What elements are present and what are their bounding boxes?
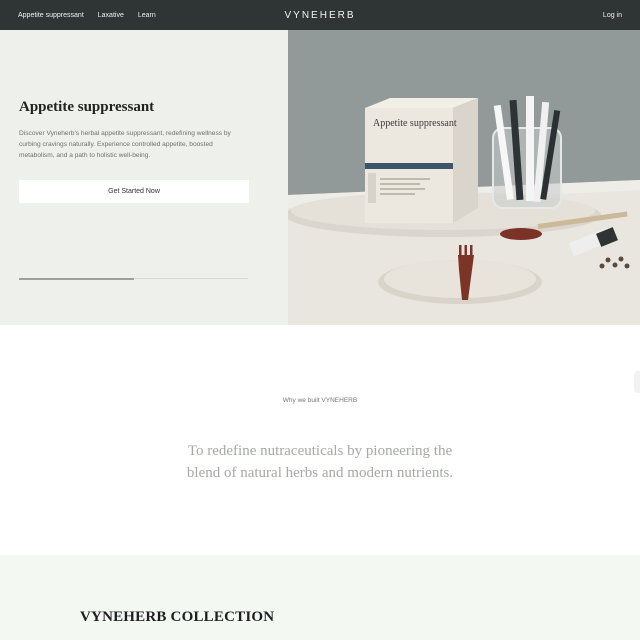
nav-link-laxative[interactable]: Laxative: [98, 12, 124, 19]
nav-link-appetite-suppressant[interactable]: Appetite suppressant: [18, 12, 84, 19]
get-started-button[interactable]: Get Started Now: [19, 180, 249, 203]
product-photo-illustration: Appetite suppressant: [288, 30, 640, 325]
hero-description: Discover Vyneherb’s herbal appetite supp…: [19, 130, 231, 159]
hero-product-image: Appetite suppressant: [288, 30, 640, 325]
carousel-progress-track[interactable]: [19, 277, 248, 280]
collection-title: VYNEHERB COLLECTION: [80, 609, 275, 625]
hero-section: Appetite suppressant Discover Vyneherb’s…: [0, 30, 640, 325]
mission-section: Why we built VYNEHERB To redefine nutrac…: [0, 325, 640, 555]
nav-link-learn[interactable]: Learn: [138, 12, 156, 19]
hero-title: Appetite suppressant: [19, 99, 155, 115]
top-navigation: Appetite suppressant Laxative Learn VYNE…: [0, 0, 640, 30]
nav-links: Appetite suppressant Laxative Learn: [18, 0, 156, 30]
mission-kicker: Why we built VYNEHERB: [282, 397, 358, 404]
mission-statement: To redefine nutraceuticals by pioneering…: [186, 443, 454, 481]
carousel-progress-fill: [19, 277, 134, 280]
collection-section: VYNEHERB COLLECTION: [0, 555, 640, 640]
hero-text-panel: Appetite suppressant Discover Vyneherb’s…: [0, 30, 288, 325]
box-label: Appetite suppressant: [373, 118, 457, 129]
login-link[interactable]: Log in: [603, 0, 622, 30]
scroll-edge-handle: [634, 371, 640, 393]
